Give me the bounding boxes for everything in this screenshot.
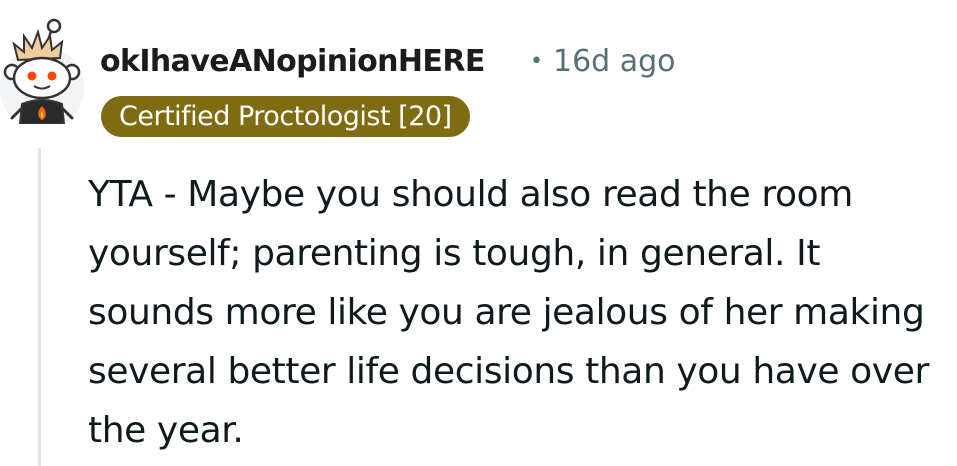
thread-line[interactable]	[38, 148, 41, 466]
user-flair: Certified Proctologist [20]	[101, 96, 470, 137]
comment-author[interactable]: okIhaveANopinionHERE	[100, 42, 485, 82]
meta-separator: •	[530, 49, 543, 74]
user-avatar[interactable]	[0, 14, 84, 130]
comment-body: YTA - Maybe you should also read the roo…	[88, 174, 929, 451]
snoo-avatar-icon	[0, 18, 84, 130]
comment-meta: • 16d ago	[530, 42, 676, 85]
comment-timestamp[interactable]: 16d ago	[553, 44, 676, 79]
